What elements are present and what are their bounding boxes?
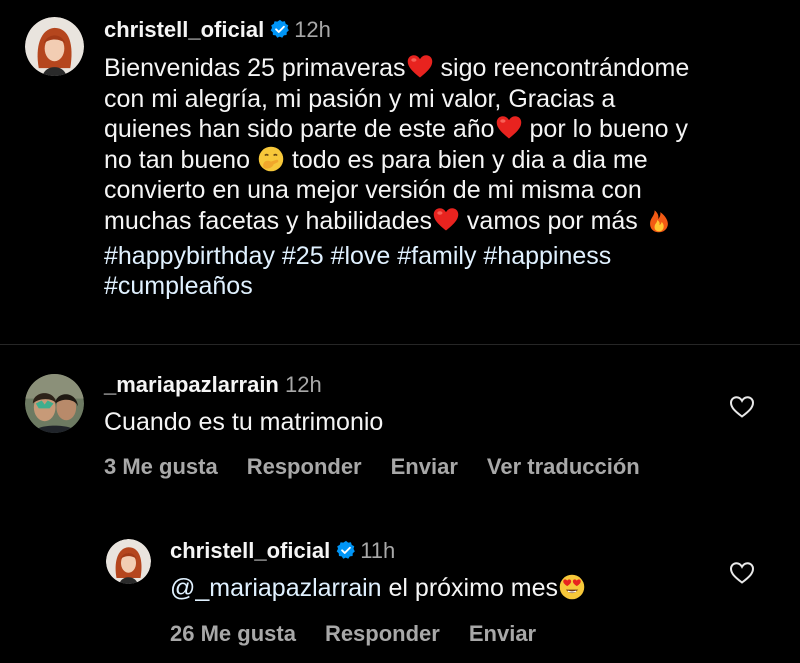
caption-fragment: Bienvenidas 25 primaveras bbox=[104, 54, 406, 82]
verified-badge-icon bbox=[270, 20, 290, 38]
red-heart-icon bbox=[433, 208, 459, 231]
verified-badge-icon bbox=[336, 541, 356, 559]
reply-header: christell_oficial 11h bbox=[170, 537, 395, 565]
reply-username[interactable]: christell_oficial bbox=[170, 538, 330, 563]
comments-screen: christell_oficial 12h Bienvenidas 25 prim… bbox=[0, 0, 800, 663]
caption-fragment: no tan bueno bbox=[104, 145, 257, 174]
caption-time: 12h bbox=[294, 17, 331, 42]
caption-header: christell_oficial 12h bbox=[104, 16, 331, 44]
red-heart-icon bbox=[496, 116, 521, 139]
reply-time: 11h bbox=[360, 538, 396, 563]
caption-fragment: quienes han sido parte de este año bbox=[104, 115, 495, 144]
comment-text: Cuando es tu matrimonio bbox=[104, 408, 384, 436]
red-heart-icon bbox=[407, 55, 432, 78]
comment-time: 12h bbox=[285, 372, 322, 397]
reply-likes-count[interactable]: 26 Me gusta bbox=[170, 620, 296, 648]
heart-eyes-face-icon bbox=[559, 574, 585, 600]
caption-line: convierto en una mejor versión de mi mis… bbox=[104, 175, 784, 206]
caption-fragment: sigo reencontrándome bbox=[433, 54, 690, 82]
send-button[interactable]: Enviar bbox=[391, 453, 458, 481]
reply-text: @_mariapazlarrain el próximo mes bbox=[170, 573, 586, 603]
caption-fragment: convierto en una mejor versión de mi mis… bbox=[104, 176, 642, 205]
comment-header: _mariapazlarrain 12h bbox=[104, 371, 322, 399]
send-button[interactable]: Enviar bbox=[469, 620, 536, 648]
see-translation-button[interactable]: Ver traducción bbox=[487, 453, 640, 481]
like-heart-icon[interactable] bbox=[729, 561, 755, 585]
caption-fragment: todo es para bien y dia a dia me bbox=[284, 145, 648, 174]
caption-line: Bienvenidas 25 primaveras sigo reencontr… bbox=[104, 53, 784, 84]
reply-button[interactable]: Responder bbox=[247, 453, 362, 481]
reply-actions: 26 Me gusta Responder Enviar bbox=[170, 620, 565, 648]
caption-fragment: con mi alegría, mi pasión y mi valor, Gr… bbox=[104, 84, 616, 113]
mention-link[interactable]: @_mariapazlarrain bbox=[170, 574, 382, 602]
reply-author-avatar[interactable] bbox=[106, 539, 151, 584]
caption-line: muchas facetas y habilidades vamos por m… bbox=[104, 206, 784, 237]
author-avatar[interactable] bbox=[25, 17, 84, 76]
caption-text: Bienvenidas 25 primaveras sigo reencontr… bbox=[104, 53, 784, 302]
hashtags-line[interactable]: #happybirthday #25 #love #family #happin… bbox=[104, 241, 784, 272]
comment-actions: 3 Me gusta Responder Enviar Ver traducción bbox=[104, 453, 669, 481]
divider bbox=[0, 344, 800, 345]
caption-line: quienes han sido parte de este año por l… bbox=[104, 114, 784, 145]
comment-likes-count[interactable]: 3 Me gusta bbox=[104, 453, 218, 481]
reply-text-body: el próximo mes bbox=[381, 574, 559, 602]
fire-icon bbox=[649, 210, 668, 233]
caption-fragment: vamos por más bbox=[459, 206, 645, 235]
comment-username[interactable]: _mariapazlarrain bbox=[104, 372, 279, 397]
commenter-avatar[interactable] bbox=[25, 374, 84, 433]
face-with-hand-over-mouth-icon bbox=[258, 146, 284, 172]
caption-username[interactable]: christell_oficial bbox=[104, 17, 264, 42]
reply-button[interactable]: Responder bbox=[325, 620, 440, 648]
caption-fragment: por lo bueno y bbox=[522, 115, 688, 144]
caption-line: no tan bueno todo es para bien y dia a d… bbox=[104, 145, 784, 176]
caption-fragment: muchas facetas y habilidades bbox=[104, 206, 432, 235]
caption-line: con mi alegría, mi pasión y mi valor, Gr… bbox=[104, 84, 784, 115]
hashtags-line[interactable]: #cumpleaños bbox=[104, 271, 784, 302]
like-heart-icon[interactable] bbox=[729, 395, 755, 419]
